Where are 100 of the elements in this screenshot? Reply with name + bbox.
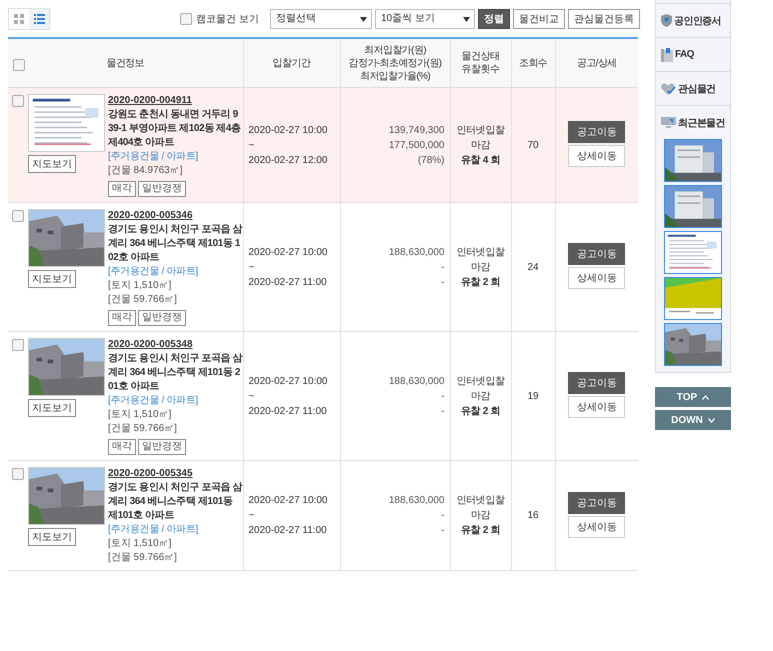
tag: 일반경쟁 [138,310,186,326]
case-number-link[interactable]: 2020-0200-004911 [108,94,242,108]
tag: 일반경쟁 [138,439,186,455]
property-area: [토지 1,510㎡] [108,408,242,422]
price-value: - [440,260,444,274]
shield-icon [661,14,672,27]
tag: 일반경쟁 [138,181,186,197]
notice-button[interactable]: 공고이동 [568,243,626,265]
property-area: [토지 1,510㎡] [108,279,242,293]
view-count: 70 [527,140,539,150]
price-value: 139,749,300 [388,124,444,138]
quick-menu-item[interactable]: 관심물건 [656,72,730,106]
list-icon [34,14,44,24]
price-value: 188,630,000 [388,246,444,260]
bid-period: 2020-02-27 10:00 [248,374,328,388]
kamco-checkbox[interactable] [180,12,192,24]
property-area: [건물 84.9763㎡] [108,164,242,178]
property-address: 강원도 춘천시 동내면 거두리 939-1 부영아파트 제102동 제4층 제404호 아파트 [108,108,242,150]
monitor-icon [661,117,676,128]
list-view-button[interactable] [29,8,49,28]
row-checkbox[interactable] [12,210,24,222]
status-text: 마감 [470,390,492,404]
map-view-button[interactable]: 지도보기 [28,528,76,546]
status-text: 인터넷입찰 [455,494,506,508]
bid-period: 2020-02-27 11:00 [248,404,328,418]
case-number-link[interactable]: 2020-0200-005348 [108,338,242,352]
down-button[interactable]: DOWN [655,410,731,430]
property-category: [주거용건물 / 아파트] [108,265,199,279]
property-address: 경기도 용인시 처인구 포곡읍 삼계리 364 베니스주택 제101동 201호 아파트 [108,352,242,394]
view-count: 16 [527,510,539,521]
toolbar-button[interactable]: 관심물건등록 [568,8,640,28]
price-value: 177,500,000 [388,138,444,152]
price-value: - [440,390,444,404]
toolbar-button[interactable]: 물건비교 [513,8,565,28]
notice-button[interactable]: 공고이동 [568,372,626,394]
status-text: 마감 [470,260,492,274]
status-text: 마감 [470,138,492,152]
quick-menu-item[interactable]: FAQ [656,38,730,72]
bid-period: 2020-02-27 11:00 [248,524,328,538]
map-view-button[interactable]: 지도보기 [28,270,76,288]
property-address: 경기도 용인시 처인구 포곡읍 삼계리 364 베니스주택 제101동 제101호 아파트 [108,481,242,523]
column-header: 물건정보 [106,58,144,68]
caret-icon [360,16,367,22]
column-header: 입찰기간 [272,58,310,68]
price-value: - [440,524,444,538]
quick-menu-item[interactable]: 최근본물건 [656,106,730,139]
price-value: - [440,509,444,523]
row-checkbox[interactable] [12,339,24,351]
row-checkbox[interactable] [12,468,24,480]
bid-period: 2020-02-27 11:00 [248,276,328,290]
case-number-link[interactable]: 2020-0200-005346 [108,209,242,223]
bid-period: ~ [248,138,256,152]
property-category: [주거용건물 / 아파트] [108,150,199,164]
tag: 매각 [108,439,136,455]
property-category: [주거용건물 / 아파트] [108,523,199,537]
view-count: 24 [527,262,539,272]
bid-period: 2020-02-27 12:00 [248,154,328,168]
quick-menu-item[interactable]: 공인인증서 [656,4,730,38]
bid-period: ~ [248,390,256,404]
price-value: (78%) [416,154,444,168]
column-header: 물건상태 유찰횟수 [462,51,500,75]
fail-count: 유찰 2 회 [460,524,501,538]
property-category: [주거용건물 / 아파트] [108,394,199,408]
select-all-checkbox[interactable] [13,59,25,71]
sort-button[interactable]: 정렬 [478,8,510,28]
bid-period: ~ [248,260,256,274]
map-view-button[interactable]: 지도보기 [28,155,76,173]
tag: 매각 [108,310,136,326]
heart-icon [661,82,676,94]
property-address: 경기도 용인시 처인구 포곡읍 삼계리 364 베니스주택 제101동 102호 아파트 [108,223,242,265]
property-area: [토지 1,510㎡] [108,537,242,551]
status-text: 인터넷입찰 [455,246,506,260]
detail-button[interactable]: 상세이동 [568,267,626,289]
row-checkbox[interactable] [12,95,24,107]
column-header: 조회수 [518,58,548,68]
status-text: 인터넷입찰 [455,124,506,138]
map-view-button[interactable]: 지도보기 [28,399,76,417]
chevron-down-icon [708,418,715,422]
bid-period: 2020-02-27 10:00 [248,494,328,508]
status-text: 인터넷입찰 [455,374,506,388]
book-icon [661,48,673,62]
notice-button[interactable]: 공고이동 [568,121,626,143]
sort-select[interactable]: 정렬선택 [270,8,372,28]
fail-count: 유찰 4 회 [460,154,501,168]
bid-period: 2020-02-27 10:00 [248,124,328,138]
property-area: [건물 59.766㎡] [108,293,242,307]
column-header: 공고/상세 [576,58,617,68]
page-size-select[interactable]: 10줄씩 보기 [375,8,475,28]
column-header: 최저입찰가(원) 감정가-최초예정가(원) 최저입찰가율(%) [348,44,442,82]
price-value: - [440,276,444,290]
case-number-link[interactable]: 2020-0200-005345 [108,467,242,481]
detail-button[interactable]: 상세이동 [568,396,626,418]
notice-button[interactable]: 공고이동 [568,492,626,514]
fail-count: 유찰 2 회 [460,404,501,418]
top-button[interactable]: TOP [655,387,731,407]
status-text: 마감 [470,509,492,523]
price-value: 188,630,000 [388,374,444,388]
detail-button[interactable]: 상세이동 [568,145,626,167]
detail-button[interactable]: 상세이동 [568,516,626,538]
tag: 매각 [108,181,136,197]
